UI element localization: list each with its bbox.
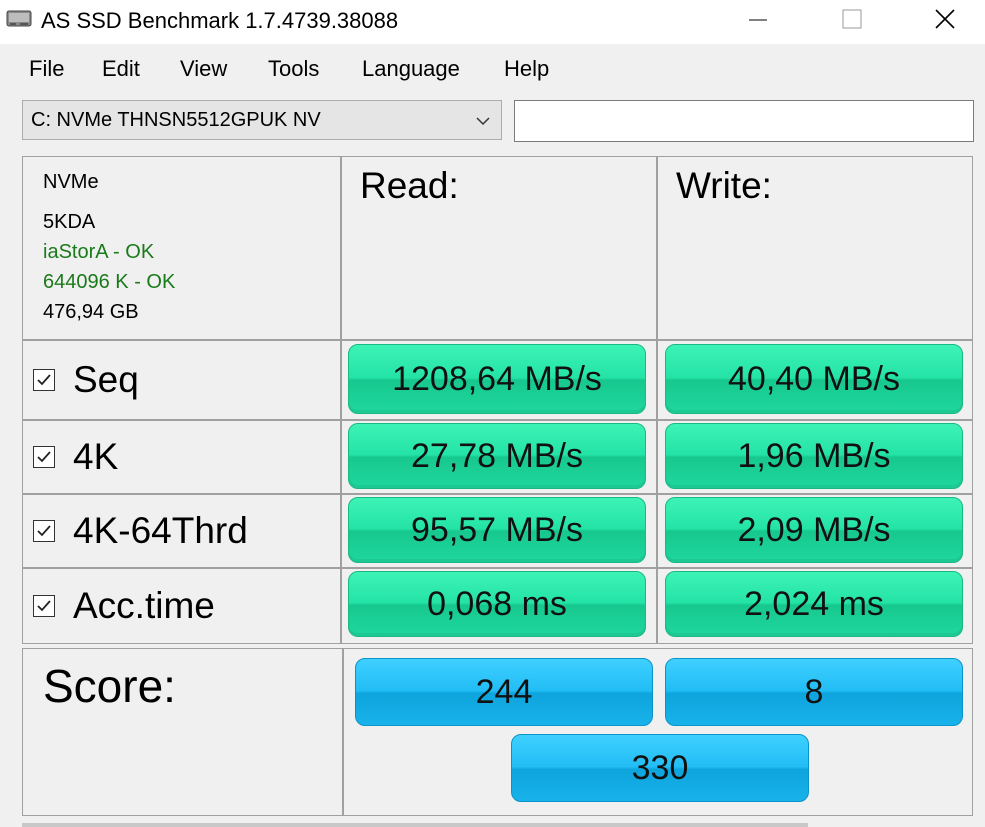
status-text-box[interactable] [514, 100, 974, 142]
alignment-status: 644096 K - OK [43, 271, 176, 293]
test-label-acc-time: Acc.time [33, 569, 215, 643]
drive-info-panel: NVMe 5KDA iaStorA - OK 644096 K - OK 476… [22, 156, 341, 340]
window-title: AS SSD Benchmark 1.7.4739.38088 [41, 8, 399, 33]
drive-capacity: 476,94 GB [43, 301, 139, 323]
menu-bar: File Edit View Tools Language Help [0, 44, 985, 94]
menu-file[interactable]: File [29, 56, 64, 82]
check-icon [37, 374, 51, 386]
4k-label: 4K [73, 436, 119, 477]
4k-write-value: 1,96 MB/s [665, 423, 963, 489]
test-label-seq: Seq [33, 341, 139, 419]
test-row-seq: Seq [22, 340, 341, 420]
4k-64thrd-label: 4K-64Thrd [73, 510, 248, 551]
4k-64thrd-read-value: 95,57 MB/s [348, 497, 646, 563]
seq-checkbox[interactable] [33, 369, 55, 391]
test-label-4k-64thrd: 4K-64Thrd [33, 495, 248, 567]
acc-time-read-value: 0,068 ms [348, 571, 646, 637]
drive-select[interactable]: C: NVMe THNSN5512GPUK NV [22, 100, 502, 140]
write-column-header: Write: [676, 165, 772, 206]
title-bar: AS SSD Benchmark 1.7.4739.38088 [0, 0, 985, 44]
test-row-4k: 4K [22, 420, 341, 494]
progress-bar [22, 823, 808, 827]
test-label-4k: 4K [33, 421, 118, 493]
check-icon [37, 525, 51, 537]
4k-read-value: 27,78 MB/s [348, 423, 646, 489]
menu-tools[interactable]: Tools [268, 56, 319, 82]
close-icon [935, 9, 955, 29]
menu-edit[interactable]: Edit [102, 56, 140, 82]
score-total-value: 330 [511, 734, 809, 802]
maximize-icon [842, 9, 862, 29]
4k-64thrd-write-value: 2,09 MB/s [665, 497, 963, 563]
seq-label: Seq [73, 359, 139, 400]
test-row-4k-64thrd: 4K-64Thrd [22, 494, 341, 568]
test-row-acc-time: Acc.time [22, 568, 341, 644]
score-read-value: 244 [355, 658, 653, 726]
acc-time-write-value: 2,024 ms [665, 571, 963, 637]
acc-time-label: Acc.time [73, 585, 215, 626]
acc-time-checkbox[interactable] [33, 595, 55, 617]
chevron-down-icon [476, 117, 490, 126]
4k-checkbox[interactable] [33, 446, 55, 468]
write-header-cell: Write: [657, 156, 973, 340]
4k-64thrd-checkbox[interactable] [33, 520, 55, 542]
read-header-cell: Read: [341, 156, 657, 340]
menu-help[interactable]: Help [504, 56, 549, 82]
seq-read-value: 1208,64 MB/s [348, 344, 646, 414]
close-button[interactable] [922, 0, 968, 40]
menu-view[interactable]: View [180, 56, 227, 82]
minimize-button[interactable] [735, 0, 781, 40]
drive-select-value: C: NVMe THNSN5512GPUK NV [31, 109, 321, 131]
driver-status: iaStorA - OK [43, 241, 155, 263]
menu-language[interactable]: Language [362, 56, 460, 82]
minimize-icon [749, 19, 767, 21]
check-icon [37, 451, 51, 463]
score-write-value: 8 [665, 658, 963, 726]
score-label-cell: Score: [22, 648, 343, 816]
drive-icon [6, 8, 32, 30]
score-label: Score: [43, 660, 176, 712]
check-icon [37, 600, 51, 612]
read-column-header: Read: [360, 165, 459, 206]
seq-write-value: 40,40 MB/s [665, 344, 963, 414]
drive-firmware: 5KDA [43, 211, 96, 233]
drive-controller: NVMe [43, 171, 99, 193]
maximize-button[interactable] [829, 0, 875, 40]
